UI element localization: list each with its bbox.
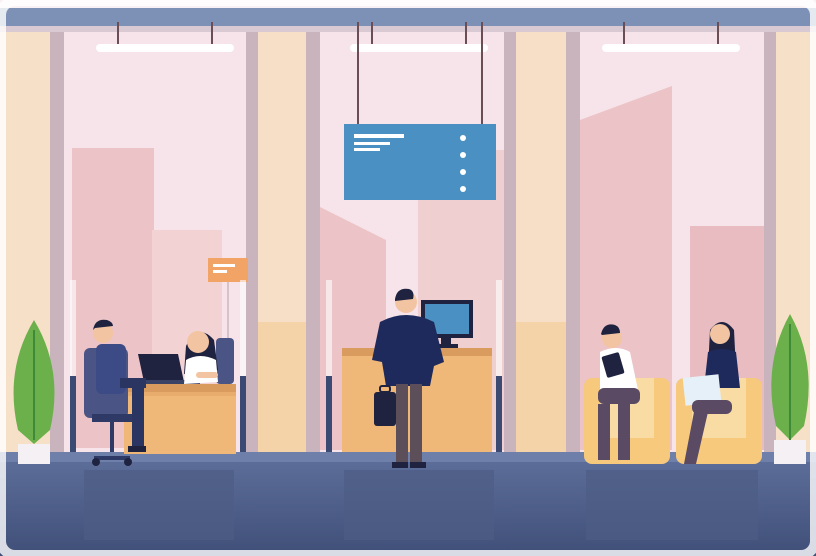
bank-office-illustration — [0, 0, 816, 556]
ceiling-shadow — [0, 26, 816, 32]
column-lower-panel — [516, 322, 566, 452]
column-lower-panel — [258, 322, 306, 452]
floor-reflection — [586, 470, 758, 540]
floor-reflection — [344, 470, 494, 540]
briefcase-icon — [374, 385, 396, 426]
ceiling-beam — [0, 8, 816, 26]
clerk-woman — [184, 331, 234, 384]
floor-reflection — [84, 470, 234, 540]
